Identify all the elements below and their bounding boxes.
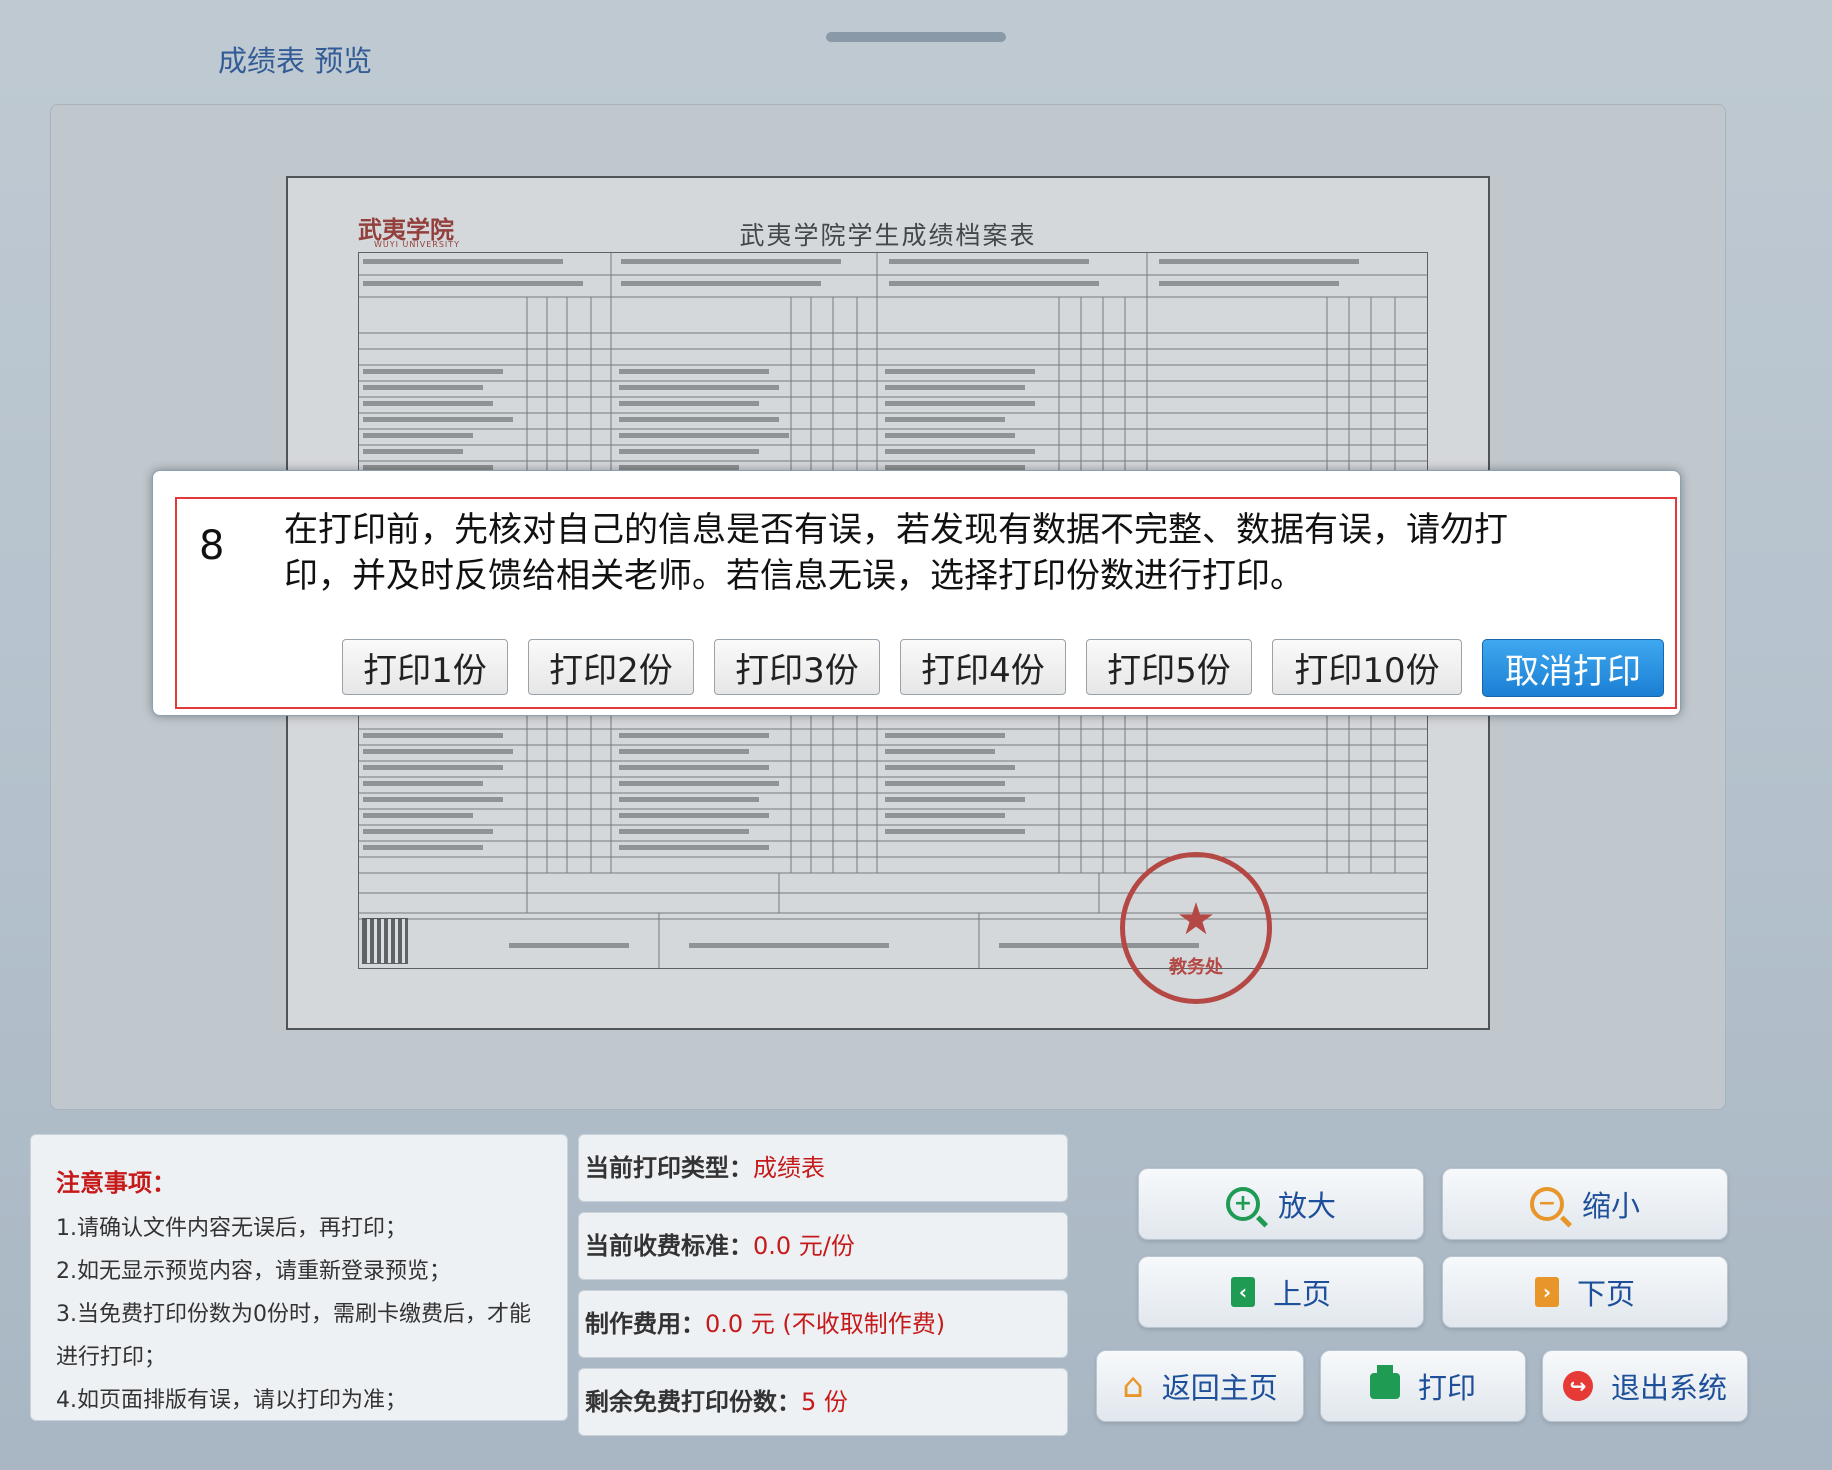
notice-item: 进行打印； [56, 1345, 167, 1370]
exit-icon: ↪ [1562, 1371, 1593, 1401]
zoom-out-label: 缩小 [1581, 1189, 1640, 1223]
next-page-icon: › [1534, 1277, 1559, 1307]
print-type-label: 当前打印类型： [585, 1154, 753, 1182]
zoom-in-icon: + [1225, 1187, 1260, 1221]
zoom-out-button[interactable]: − 缩小 [1442, 1168, 1728, 1240]
free-copies-panel: 剩余免费打印份数：5 份 [578, 1368, 1068, 1436]
notice-item: 3.当免费打印份数为0份时，需刷卡缴费后，才能 [56, 1302, 531, 1327]
fee-panel: 当前收费标准：0.0 元/份 [578, 1212, 1068, 1280]
prev-page-button[interactable]: ‹ 上页 [1138, 1256, 1424, 1328]
fee-value: 0.0 元/份 [753, 1232, 855, 1260]
minus-icon: − [1537, 1191, 1557, 1216]
cancel-print-button[interactable]: 取消打印 [1482, 639, 1664, 697]
exit-button[interactable]: ↪ 退出系统 [1542, 1350, 1748, 1422]
fee-label: 当前收费标准： [585, 1232, 753, 1260]
print-1-copy-button[interactable]: 打印1份 [342, 639, 508, 695]
home-label: 返回主页 [1161, 1371, 1278, 1405]
zoom-in-button[interactable]: + 放大 [1138, 1168, 1424, 1240]
print-10-copies-button[interactable]: 打印10份 [1272, 639, 1462, 695]
notice-item: 2.如无显示预览内容，请重新登录预览； [56, 1259, 451, 1284]
notice-list: 1.请确认文件内容无误后，再打印； 2.如无显示预览内容，请重新登录预览； 3.… [56, 1207, 556, 1422]
free-copies-label: 剩余免费打印份数： [585, 1388, 801, 1416]
home-button[interactable]: ⌂ 返回主页 [1096, 1350, 1304, 1422]
free-copies-value: 5 份 [801, 1388, 848, 1416]
make-fee-value: 0.0 元 (不收取制作费) [705, 1310, 946, 1338]
zoom-in-label: 放大 [1277, 1189, 1336, 1223]
printer-icon [1369, 1365, 1400, 1399]
zoom-out-icon: − [1529, 1187, 1564, 1221]
step-number: 8 [199, 523, 225, 569]
make-fee-label: 制作费用： [585, 1310, 705, 1338]
notice-item: 1.请确认文件内容无误后，再打印； [56, 1216, 407, 1241]
print-2-copies-button[interactable]: 打印2份 [528, 639, 694, 695]
print-type-value: 成绩表 [753, 1154, 825, 1182]
next-page-button[interactable]: › 下页 [1442, 1256, 1728, 1328]
next-page-label: 下页 [1576, 1277, 1635, 1311]
print-5-copies-button[interactable]: 打印5份 [1086, 639, 1252, 695]
make-fee-panel: 制作费用：0.0 元 (不收取制作费) [578, 1290, 1068, 1358]
print-3-copies-button[interactable]: 打印3份 [714, 639, 880, 695]
print-label: 打印 [1417, 1371, 1476, 1405]
exit-label: 退出系统 [1610, 1371, 1727, 1405]
print-button[interactable]: 打印 [1320, 1350, 1526, 1422]
print-confirm-dialog: 8 在打印前，先核对自己的信息是否有误，若发现有数据不完整、数据有误，请勿打印，… [152, 470, 1681, 716]
dialog-message: 在打印前，先核对自己的信息是否有误，若发现有数据不完整、数据有误，请勿打印，并及… [284, 510, 1508, 596]
notice-item: 4.如页面排版有误，请以打印为准； [56, 1388, 407, 1413]
house-icon: ⌂ [1122, 1366, 1144, 1406]
notice-title: 注意事项： [56, 1169, 176, 1197]
print-preview-app: 成绩表 预览 武夷学院 WUYI UNIVERSITY 武夷学院学生成绩档案表 [0, 0, 1832, 1470]
print-type-panel: 当前打印类型：成绩表 [578, 1134, 1068, 1202]
prev-page-label: 上页 [1272, 1277, 1331, 1311]
print-4-copies-button[interactable]: 打印4份 [900, 639, 1066, 695]
plus-icon: + [1233, 1191, 1253, 1216]
notice-panel: 注意事项： 1.请确认文件内容无误后，再打印； 2.如无显示预览内容，请重新登录… [30, 1134, 568, 1421]
dialog-content: 8 在打印前，先核对自己的信息是否有误，若发现有数据不完整、数据有误，请勿打印，… [175, 497, 1677, 709]
prev-page-icon: ‹ [1230, 1277, 1255, 1307]
